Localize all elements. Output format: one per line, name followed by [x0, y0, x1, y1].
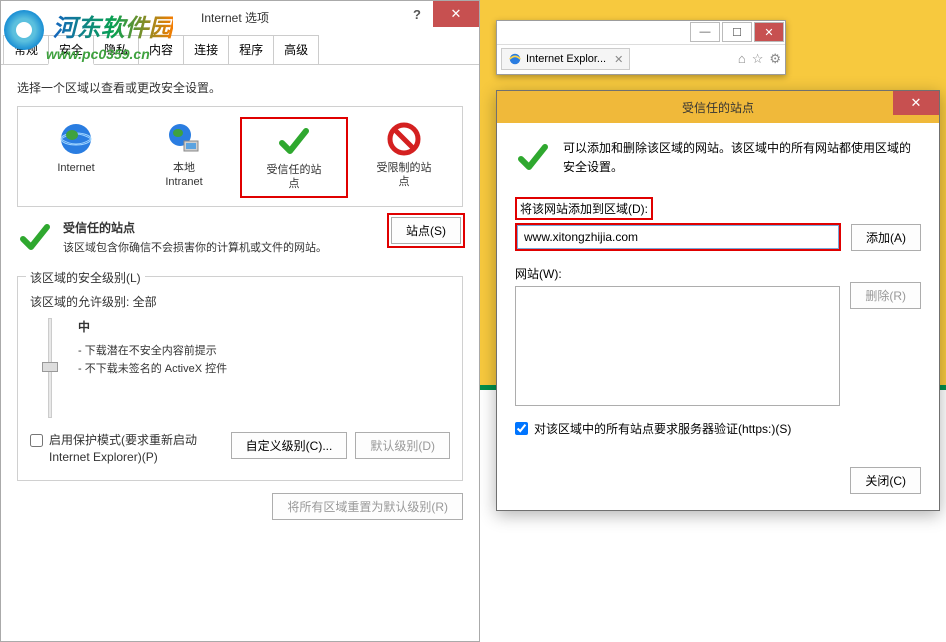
zone-label: Internet — [26, 161, 126, 175]
checkmark-large-icon — [17, 219, 53, 255]
dialog-title: Internet 选项 — [201, 9, 269, 26]
tab-advanced[interactable]: 高级 — [273, 35, 319, 64]
panel-intro: 选择一个区域以查看或更改安全设置。 — [17, 79, 463, 96]
zone-internet[interactable]: Internet — [24, 117, 128, 198]
trusted-titlebar: 受信任的站点 ✕ — [497, 91, 939, 123]
globe-computer-icon — [166, 121, 202, 157]
level-desc-1: - 下载潜在不安全内容前提示 — [78, 343, 227, 361]
tab-close-icon[interactable]: ✕ — [614, 53, 623, 66]
trusted-intro-text: 可以添加和删除该区域的网站。该区域中的所有网站都使用区域的安全设置。 — [563, 139, 921, 177]
checkmark-icon — [276, 123, 312, 159]
browser-window: — ☐ ✕ Internet Explor... ✕ ⌂ ☆ ⚙ — [496, 20, 786, 75]
browser-close-button[interactable]: ✕ — [754, 22, 784, 42]
trusted-title: 受信任的站点 — [682, 99, 754, 116]
settings-gear-icon[interactable]: ⚙ — [769, 51, 781, 67]
trusted-close-button[interactable]: ✕ — [893, 91, 939, 115]
tab-connections[interactable]: 连接 — [183, 35, 229, 64]
group-title: 该区域的安全级别(L) — [26, 269, 145, 286]
add-label-highlight: 将该网站添加到区域(D): — [515, 197, 653, 220]
watermark: 河东软件园 www.pc0359.cn — [4, 8, 173, 62]
zone-trusted[interactable]: 受信任的站 点 — [240, 117, 348, 198]
security-level-group: 该区域的安全级别(L) 该区域的允许级别: 全部 中 - 下载潜在不安全内容前提… — [17, 276, 463, 481]
security-panel: 选择一个区域以查看或更改安全设置。 Internet 本地 Intranet 受… — [1, 65, 479, 534]
maximize-button[interactable]: ☐ — [722, 22, 752, 42]
sites-listbox[interactable] — [515, 286, 840, 406]
minimize-button[interactable]: — — [690, 22, 720, 42]
level-desc-2: - 不下载未签名的 ActiveX 控件 — [78, 361, 227, 379]
prohibited-icon — [386, 121, 422, 157]
slider-thumb[interactable] — [42, 362, 58, 372]
zone-selector: Internet 本地 Intranet 受信任的站 点 受限制的站 点 — [17, 106, 463, 207]
globe-icon — [58, 121, 94, 157]
zone-label: 受限制的站 点 — [354, 161, 454, 190]
remove-button[interactable]: 删除(R) — [850, 282, 921, 309]
watermark-logo-icon — [4, 10, 44, 50]
checkmark-large-icon — [515, 139, 551, 175]
zone-info: 受信任的站点 该区域包含你确信不会损害你的计算机或文件的网站。 站点(S) — [17, 219, 463, 257]
internet-options-dialog: Internet 选项 ? ✕ 常规 安全 隐私 内容 连接 程序 高级 选择一… — [0, 0, 480, 642]
require-https-checkbox[interactable] — [515, 422, 528, 435]
protect-mode-checkbox[interactable] — [30, 434, 43, 447]
ie-icon — [508, 52, 522, 66]
default-level-button[interactable]: 默认级别(D) — [355, 432, 450, 459]
add-button[interactable]: 添加(A) — [851, 224, 921, 251]
site-input-highlight — [515, 223, 841, 251]
security-slider[interactable] — [38, 318, 62, 418]
custom-level-button[interactable]: 自定义级别(C)... — [231, 432, 348, 459]
zone-intranet[interactable]: 本地 Intranet — [132, 117, 236, 198]
sites-button[interactable]: 站点(S) — [391, 217, 461, 244]
level-value: 中 — [78, 318, 227, 335]
allowed-levels: 该区域的允许级别: 全部 — [30, 293, 450, 310]
browser-tab[interactable]: Internet Explor... ✕ — [501, 48, 630, 70]
close-button[interactable]: ✕ — [433, 1, 479, 27]
home-icon[interactable]: ⌂ — [738, 51, 746, 67]
browser-titlebar: — ☐ ✕ — [497, 21, 785, 45]
sites-button-highlight: 站点(S) — [387, 213, 465, 248]
sites-list-label: 网站(W): — [515, 265, 921, 282]
help-button[interactable]: ? — [401, 1, 433, 27]
watermark-url: www.pc0359.cn — [46, 46, 173, 62]
trusted-sites-dialog: 受信任的站点 ✕ 可以添加和删除该区域的网站。该区域中的所有网站都使用区域的安全… — [496, 90, 940, 511]
favorites-icon[interactable]: ☆ — [752, 51, 764, 67]
tab-title: Internet Explor... — [526, 53, 606, 65]
tab-programs[interactable]: 程序 — [228, 35, 274, 64]
zone-label: 受信任的站 点 — [244, 163, 344, 192]
require-https-label: 对该区域中的所有站点要求服务器验证(https:)(S) — [534, 420, 791, 437]
protect-mode-label: 启用保护模式(要求重新启动 Internet Explorer)(P) — [49, 432, 231, 466]
add-site-label: 将该网站添加到区域(D): — [520, 202, 648, 216]
site-url-input[interactable] — [517, 225, 839, 249]
close-dialog-button[interactable]: 关闭(C) — [850, 467, 921, 494]
reset-all-button[interactable]: 将所有区域重置为默认级别(R) — [272, 493, 463, 520]
zone-restricted[interactable]: 受限制的站 点 — [352, 117, 456, 198]
watermark-text: 河东软件园 — [53, 15, 173, 42]
zone-label: 本地 Intranet — [134, 161, 234, 190]
